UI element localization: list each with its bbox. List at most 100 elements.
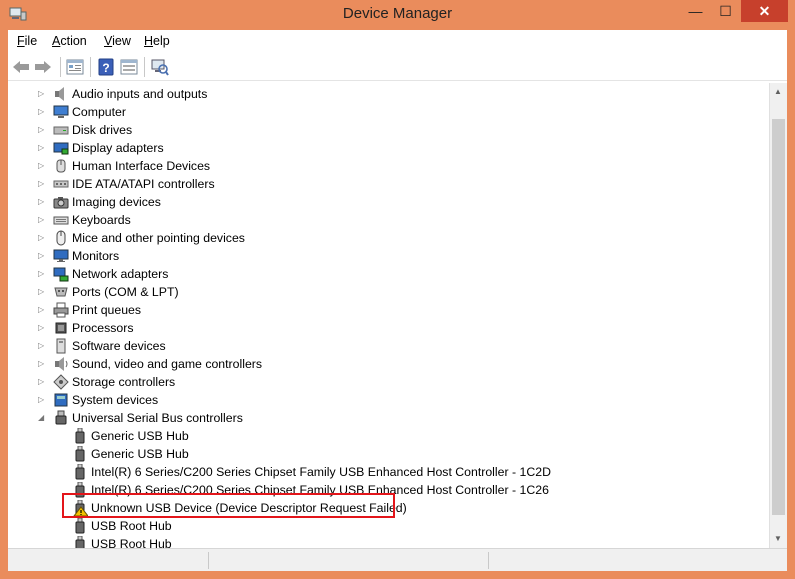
expand-arrow-icon[interactable]: ▷ <box>38 89 46 99</box>
close-button[interactable]: ✕ <box>741 0 788 22</box>
tree-category[interactable]: ▷ Disk drives <box>8 121 769 139</box>
tree-category[interactable]: ▷ Display adapters <box>8 139 769 157</box>
mouse-icon <box>53 230 69 246</box>
tree-category[interactable]: ▷ Storage controllers <box>8 373 769 391</box>
expand-arrow-icon[interactable]: ▷ <box>38 269 46 279</box>
tree-category[interactable]: ▷ IDE ATA/ATAPI controllers <box>8 175 769 193</box>
usb-icon <box>53 410 69 426</box>
scrollbar-thumb[interactable] <box>772 119 785 515</box>
tree-item-label: Ports (COM & LPT) <box>72 285 179 299</box>
expand-arrow-icon[interactable]: ▷ <box>38 305 46 315</box>
tree-item-label: Computer <box>72 105 126 119</box>
tree-category[interactable]: ▷ Ports (COM & LPT) <box>8 283 769 301</box>
expand-arrow-icon[interactable]: ▷ <box>38 251 46 261</box>
expand-arrow-icon[interactable]: ▷ <box>38 107 46 117</box>
tree-category[interactable]: ▷ Audio inputs and outputs <box>8 85 769 103</box>
tree-category[interactable]: ▷ Computer <box>8 103 769 121</box>
show-hidden-button[interactable] <box>119 57 139 77</box>
toolbar-separator <box>60 57 61 77</box>
computer-icon <box>53 104 69 120</box>
expand-arrow-icon[interactable]: ▷ <box>38 125 46 135</box>
back-icon <box>13 61 29 73</box>
expand-arrow-icon[interactable]: ▷ <box>38 143 46 153</box>
back-button[interactable] <box>11 57 31 77</box>
tree-item-label: USB Root Hub <box>91 537 172 548</box>
toolbar: ? <box>8 53 787 81</box>
speaker-icon <box>53 86 69 102</box>
keyboard-icon <box>53 212 69 228</box>
collapse-arrow-icon[interactable]: ◢ <box>38 413 46 423</box>
expand-arrow-icon[interactable]: ▷ <box>38 161 46 171</box>
tree-category[interactable]: ▷ Monitors <box>8 247 769 265</box>
maximize-button[interactable]: ☐ <box>711 0 740 22</box>
tree-category[interactable]: ▷ Network adapters <box>8 265 769 283</box>
tree-item-label: Storage controllers <box>72 375 176 389</box>
help-icon: ? <box>98 58 114 76</box>
forward-button[interactable] <box>33 57 53 77</box>
hid-icon <box>53 158 69 174</box>
tree-item-label: Universal Serial Bus controllers <box>72 411 243 425</box>
highlight-annotation <box>62 493 395 518</box>
expand-arrow-icon[interactable]: ▷ <box>38 323 46 333</box>
tree-category[interactable]: ▷ System devices <box>8 391 769 409</box>
expand-arrow-icon[interactable]: ▷ <box>38 395 46 405</box>
system-device-icon <box>53 392 69 408</box>
tree-item-label: Software devices <box>72 339 166 353</box>
expand-arrow-icon[interactable]: ▷ <box>38 377 46 387</box>
tree-item-label: System devices <box>72 393 159 407</box>
tree-device[interactable]: USB Root Hub <box>8 535 769 548</box>
scroll-down-arrow-icon[interactable]: ▼ <box>774 534 782 543</box>
status-bar <box>8 548 787 571</box>
tree-category[interactable]: ▷ Mice and other pointing devices <box>8 229 769 247</box>
tree-category[interactable]: ▷ Human Interface Devices <box>8 157 769 175</box>
scan-hardware-button[interactable] <box>150 57 170 77</box>
network-adapter-icon <box>53 266 69 282</box>
tree-category[interactable]: ◢ Universal Serial Bus controllers <box>8 409 769 427</box>
ide-controller-icon <box>53 176 69 192</box>
expand-arrow-icon[interactable]: ▷ <box>38 233 46 243</box>
tree-category[interactable]: ▷ Print queues <box>8 301 769 319</box>
tree-item-label: Intel(R) 6 Series/C200 Series Chipset Fa… <box>91 465 551 479</box>
show-hidden-icon <box>120 59 138 75</box>
tree-device[interactable]: Generic USB Hub <box>8 445 769 463</box>
tree-item-label: Human Interface Devices <box>72 159 211 173</box>
tree-category[interactable]: ▷ Imaging devices <box>8 193 769 211</box>
expand-arrow-icon[interactable]: ▷ <box>38 179 46 189</box>
tree-category[interactable]: ▷ Keyboards <box>8 211 769 229</box>
expand-arrow-icon[interactable]: ▷ <box>38 341 46 351</box>
monitor-icon <box>53 248 69 264</box>
device-tree: ▷ Audio inputs and outputs ▷ Computer ▷ Disk … <box>8 83 769 548</box>
help-button[interactable]: ? <box>96 57 116 77</box>
tree-category[interactable]: ▷ Processors <box>8 319 769 337</box>
menu-help[interactable]: Help <box>144 34 170 48</box>
expand-arrow-icon[interactable]: ▷ <box>38 197 46 207</box>
properties-button[interactable] <box>65 57 85 77</box>
tree-device[interactable]: Intel(R) 6 Series/C200 Series Chipset Fa… <box>8 463 769 481</box>
tree-category[interactable]: ▷ Software devices <box>8 337 769 355</box>
toolbar-separator <box>144 57 145 77</box>
tree-item-label: Audio inputs and outputs <box>72 87 208 101</box>
expand-arrow-icon[interactable]: ▷ <box>38 215 46 225</box>
menu-file[interactable]: File <box>17 34 37 48</box>
menu-action[interactable]: Action <box>52 34 87 48</box>
minimize-button[interactable]: — <box>681 0 710 22</box>
tree-device[interactable]: Generic USB Hub <box>8 427 769 445</box>
printer-icon <box>53 302 69 318</box>
status-separator <box>208 552 209 569</box>
processor-icon <box>53 320 69 336</box>
expand-arrow-icon[interactable]: ▷ <box>38 359 46 369</box>
toolbar-separator <box>90 57 91 77</box>
menu-view[interactable]: View <box>104 34 131 48</box>
usb-plug-icon <box>72 445 88 462</box>
tree-device[interactable]: USB Root Hub <box>8 517 769 535</box>
expand-arrow-icon[interactable]: ▷ <box>38 287 46 297</box>
tree-category[interactable]: ▷ Sound, video and game controllers <box>8 355 769 373</box>
tree-item-label: Print queues <box>72 303 142 317</box>
software-device-icon <box>53 338 69 354</box>
vertical-scrollbar[interactable]: ▲ ▼ <box>769 83 787 548</box>
tree-item-label: Imaging devices <box>72 195 161 209</box>
scroll-up-arrow-icon[interactable]: ▲ <box>774 87 782 96</box>
usb-plug-icon <box>72 517 88 534</box>
svg-text:?: ? <box>102 61 109 75</box>
tree-item-label: Keyboards <box>72 213 131 227</box>
